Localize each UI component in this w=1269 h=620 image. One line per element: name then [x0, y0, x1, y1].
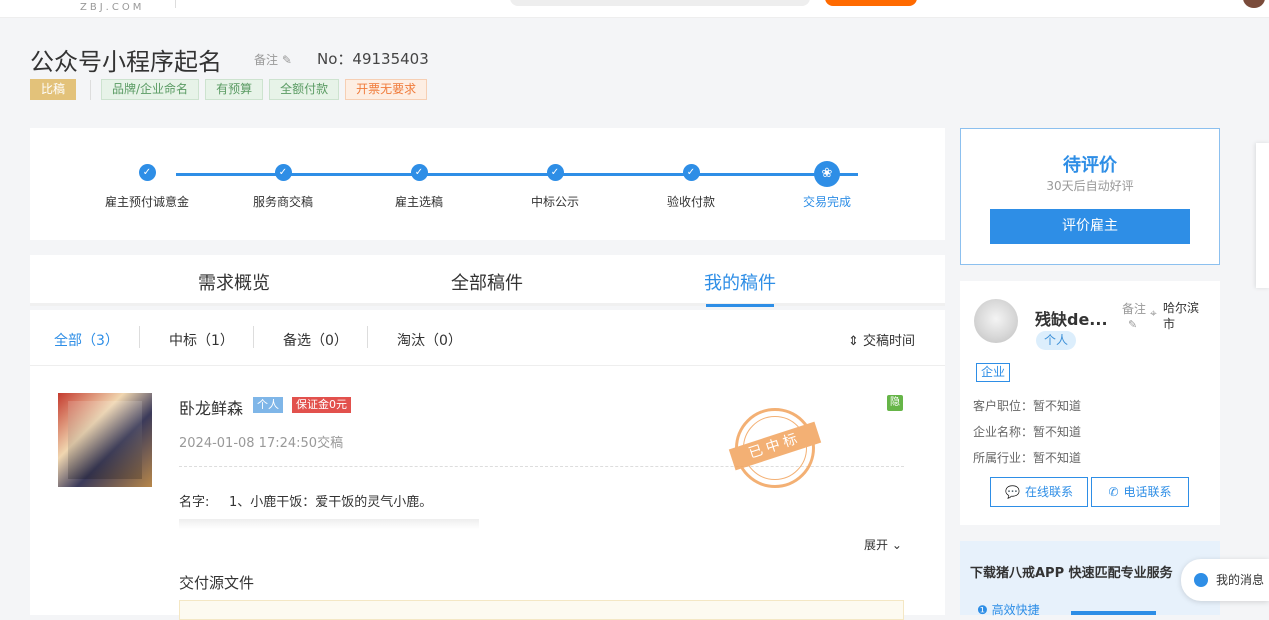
step-label: 雇主选稿 [394, 195, 443, 209]
step-label: 交易完成 [802, 195, 851, 209]
task-title: 公众号小程序起名 [30, 48, 222, 76]
progress-steps: ✓ 雇主预付诚意金 ✓ 服务商交稿 ✓ 雇主选稿 ✓ 中标公示 ✓ 验收付款 ❀… [30, 128, 945, 240]
filter-divider [253, 326, 254, 348]
filter-shortlisted[interactable]: 备选（0） [283, 330, 348, 350]
logo-divider [175, 0, 176, 8]
tag-invoice: 开票无要求 [345, 79, 428, 100]
employer-personal-badge: 个人 [1036, 331, 1077, 350]
employer-note-label[interactable]: 备注 [1122, 300, 1146, 317]
location-icon: ⌖ [1150, 306, 1157, 320]
phone-icon: ✆ [1108, 485, 1119, 499]
employer-card: 残缺de... 个人 备注 ✎ ⌖ 哈尔滨市 企业 客户职位：暂不知道 企业名称… [960, 281, 1220, 525]
promo-title: 下载猪八戒APP 快速匹配专业服务 [970, 566, 1173, 581]
step-label: 雇主预付诚意金 [104, 195, 189, 209]
site-logo[interactable]: ZBJ.COM [80, 2, 144, 13]
submission-filters: 全部（3） 中标（1） 备选（0） 淘汰（0） ⇕ 交稿时间 [30, 310, 945, 366]
author-avatar[interactable] [58, 393, 152, 487]
promo-bar [1071, 611, 1156, 615]
task-type-tag: 比稿 [30, 79, 77, 100]
submit-time: 2024-01-08 17:24:50交稿 [179, 436, 344, 451]
user-avatar[interactable] [1243, 0, 1265, 8]
content-tabs: 需求概览 全部稿件 我的稿件 [30, 255, 945, 307]
author-name[interactable]: 卧龙鲜森 [179, 395, 243, 419]
chevron-down-icon: ⌄ [891, 538, 902, 552]
employer-company: 企业名称：暂不知道 [973, 425, 1082, 439]
tab-my-submissions[interactable]: 我的稿件 [704, 269, 776, 295]
review-status: 待评价 [1063, 155, 1117, 176]
note-label: 备注 [254, 53, 279, 67]
employer-position: 客户职位：暂不知道 [973, 399, 1082, 413]
name-label: 名字: [179, 495, 210, 510]
messages-label: 我的消息 [1216, 573, 1265, 587]
task-note-button[interactable]: 备注 ✎ [254, 51, 292, 68]
phone-contact-button[interactable]: ✆ 电话联系 [1091, 477, 1189, 507]
review-card: 待评价 30天后自动好评 评价雇主 [960, 128, 1220, 265]
tag-budget: 有预算 [205, 79, 264, 100]
filter-winning[interactable]: 中标（1） [169, 330, 234, 350]
sort-by-time[interactable]: ⇕ 交稿时间 [848, 330, 915, 349]
step-1: ✓ 雇主预付诚意金 [87, 164, 207, 210]
employer-industry: 所属行业：暂不知道 [973, 451, 1082, 465]
review-subtitle: 30天后自动好评 [1046, 179, 1134, 193]
faded-content [179, 519, 479, 529]
files-title: 交付源文件 [179, 574, 255, 592]
name-value: 1、小鹿干饭：爱干饭的灵气小鹿。 [229, 495, 433, 510]
flower-icon: ❀ [814, 161, 840, 187]
tag-payment: 全额付款 [269, 79, 340, 100]
tag-divider [90, 79, 92, 100]
active-tab-indicator [706, 304, 774, 307]
employer-location: 哈尔滨市 [1163, 301, 1200, 331]
sort-icon: ⇕ [848, 334, 859, 349]
expand-button[interactable]: 展开 ⌄ [864, 536, 902, 553]
tab-all-submissions[interactable]: 全部稿件 [451, 269, 523, 295]
check-icon: ✓ [546, 164, 564, 181]
step-6: ❀ 交易完成 [767, 161, 887, 210]
filter-divider [367, 326, 368, 348]
avatar-image [68, 401, 142, 479]
tab-overview[interactable]: 需求概览 [198, 269, 270, 295]
step-5: ✓ 验收付款 [631, 164, 751, 210]
step-3: ✓ 雇主选稿 [359, 164, 479, 210]
online-contact-button[interactable]: 💬 在线联系 [990, 477, 1088, 507]
tag-category: 品牌/企业命名 [101, 79, 200, 100]
expand-label: 展开 [864, 538, 889, 552]
filter-eliminated[interactable]: 淘汰（0） [397, 330, 462, 350]
rate-employer-button[interactable]: 评价雇主 [990, 209, 1190, 244]
search-box[interactable] [510, 0, 810, 6]
filter-divider [139, 326, 140, 348]
winning-stamp: 已中标 [728, 408, 822, 488]
step-4: ✓ 中标公示 [495, 164, 615, 210]
deposit-badge: 保证金0元 [292, 397, 351, 413]
edit-icon[interactable]: ✎ [1128, 318, 1137, 331]
sort-label: 交稿时间 [863, 334, 916, 349]
filter-all[interactable]: 全部（3） [54, 330, 119, 350]
phone-contact-label: 电话联系 [1123, 485, 1172, 499]
step-2: ✓ 服务商交稿 [223, 164, 343, 210]
employer-type-tag: 企业 [976, 363, 1011, 382]
top-navigation-bar: ZBJ.COM [0, 0, 1269, 18]
online-contact-label: 在线联系 [1024, 485, 1073, 499]
step-label: 中标公示 [530, 195, 579, 209]
publish-button[interactable] [825, 0, 917, 6]
employer-avatar [974, 299, 1018, 343]
check-icon: ✓ [138, 164, 156, 181]
hidden-icon: 隐 [887, 395, 903, 411]
my-messages-button[interactable]: 我的消息 [1181, 559, 1269, 601]
order-number: No：49135403 [317, 50, 429, 68]
files-box [179, 600, 904, 620]
promo-item: ❶ 高效快捷 [977, 601, 1040, 618]
check-icon: ✓ [682, 164, 700, 181]
step-label: 服务商交稿 [252, 195, 313, 209]
message-icon [1194, 573, 1208, 587]
step-label: 验收付款 [666, 195, 715, 209]
check-icon: ✓ [410, 164, 428, 181]
check-icon: ✓ [274, 164, 292, 181]
submission-entry: 卧龙鲜森 个人 保证金0元 隐 2024-01-08 17:24:50交稿 已中… [30, 366, 945, 620]
employer-name: 残缺de... [1035, 310, 1108, 329]
edit-icon: ✎ [281, 53, 292, 67]
personal-badge: 个人 [253, 397, 283, 413]
side-toolbar[interactable] [1256, 143, 1269, 288]
chat-icon: 💬 [1005, 485, 1020, 499]
task-tags: 比稿 品牌/企业命名 有预算 全额付款 开票无要求 [30, 79, 433, 100]
